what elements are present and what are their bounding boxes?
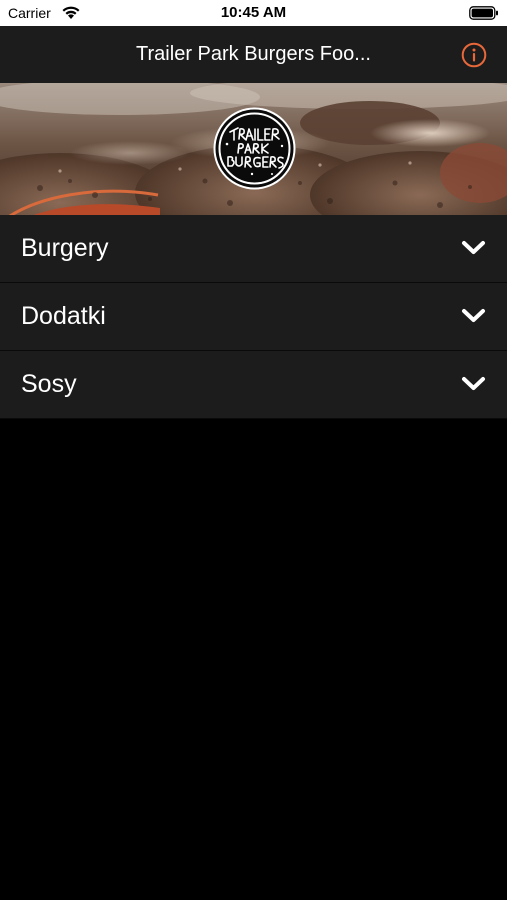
- hero-banner: [0, 83, 507, 215]
- info-circle-icon[interactable]: [461, 42, 487, 68]
- category-label: Burgery: [21, 234, 109, 262]
- status-bar: Carrier 10:45 AM: [0, 0, 507, 26]
- page-title: Trailer Park Burgers Foo...: [136, 43, 371, 65]
- battery-icon: [469, 6, 498, 20]
- chevron-down-icon: [462, 309, 485, 322]
- chevron-down-icon: [462, 241, 485, 254]
- navigation-bar: Trailer Park Burgers Foo...: [0, 26, 507, 83]
- category-label: Dodatki: [21, 302, 106, 330]
- trailer-park-burgers-logo: [213, 107, 296, 190]
- status-time: 10:45 AM: [220, 4, 287, 21]
- category-row-burgery[interactable]: Burgery: [0, 215, 507, 283]
- category-row-sosy[interactable]: Sosy: [0, 351, 507, 419]
- chevron-down-icon: [462, 377, 485, 390]
- category-row-dodatki[interactable]: Dodatki: [0, 283, 507, 351]
- category-list: Burgery Dodatki Sosy: [0, 215, 507, 419]
- category-label: Sosy: [21, 370, 77, 398]
